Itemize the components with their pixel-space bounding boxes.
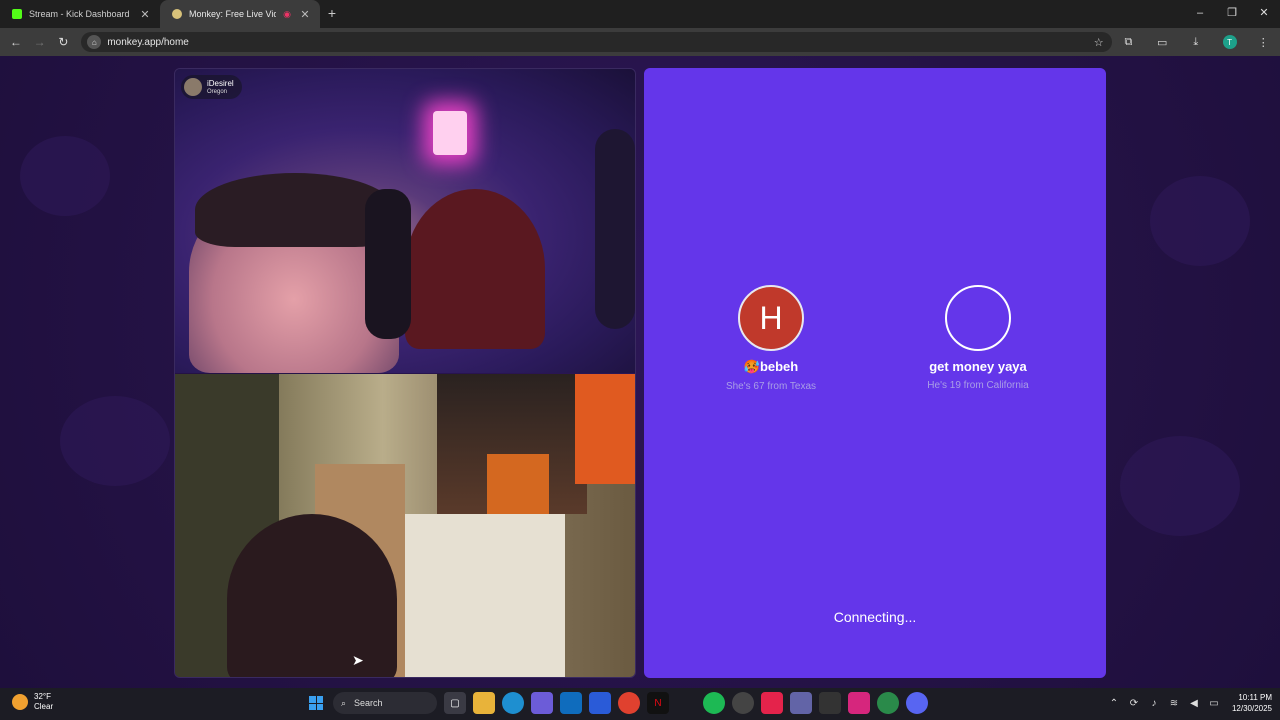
edge-icon[interactable] xyxy=(502,692,524,714)
person-name: get money yaya xyxy=(929,359,1027,374)
background-pattern xyxy=(20,136,110,216)
connecting-status: Connecting... xyxy=(833,609,917,625)
maximize-button[interactable]: ❐ xyxy=(1216,0,1248,28)
profile-button[interactable]: T xyxy=(1213,35,1247,49)
chrome-icon[interactable] xyxy=(618,692,640,714)
search-label: Search xyxy=(354,698,383,708)
sync-icon[interactable]: ⟳ xyxy=(1124,698,1144,709)
search-icon: ⌕ xyxy=(341,697,347,708)
forward-button[interactable]: → xyxy=(28,35,52,49)
emoji-icon: 🥵 xyxy=(743,359,760,374)
url-text[interactable]: monkey.app/home xyxy=(107,37,1093,48)
weather-condition: Clear xyxy=(34,702,54,711)
local-video-feed: ➤ xyxy=(175,374,635,677)
wifi-icon[interactable]: ≋ xyxy=(1164,698,1184,709)
remote-user-name: iDesirel xyxy=(207,78,234,88)
teams-icon[interactable] xyxy=(790,692,812,714)
reload-button[interactable]: ↻ xyxy=(52,35,76,49)
spotify-icon[interactable] xyxy=(703,692,725,714)
mouse-cursor-icon: ➤ xyxy=(352,652,364,668)
person-subtitle: He's 19 from California xyxy=(927,380,1029,391)
cast-icon[interactable]: ▭ xyxy=(1145,36,1179,49)
close-window-button[interactable]: ✕ xyxy=(1248,0,1280,28)
kick-favicon-icon xyxy=(12,9,22,19)
menu-icon[interactable]: ⋮ xyxy=(1246,36,1280,49)
obs-icon[interactable] xyxy=(819,692,841,714)
new-tab-button[interactable]: + xyxy=(320,0,344,28)
site-info-icon[interactable]: ⌂ xyxy=(87,35,102,49)
battery-icon[interactable]: ▭ xyxy=(1204,698,1224,709)
dresser xyxy=(405,514,565,677)
address-bar[interactable]: ⌂ monkey.app/home ☆ xyxy=(81,32,1112,52)
avatar: H xyxy=(738,285,804,351)
background-pattern xyxy=(1150,176,1250,266)
window-controls: – ❐ ✕ xyxy=(1184,0,1280,28)
flag xyxy=(575,374,635,484)
person-subtitle: She's 67 from Texas xyxy=(725,381,817,392)
remote-user-tag[interactable]: iDesirel Oregon xyxy=(181,75,242,99)
taskbar-apps: ⌕ Search ▢ N xyxy=(305,692,928,714)
headphones xyxy=(365,189,411,339)
system-tray: ⌃ ⟳ ♪ ≋ ◀ ▭ 10:11 PM 12/30/2025 xyxy=(1104,692,1272,714)
copilot-icon[interactable] xyxy=(531,692,553,714)
minimize-button[interactable]: – xyxy=(1184,0,1216,28)
tab-title: Monkey: Free Live Video Cl xyxy=(189,9,276,19)
background-furniture xyxy=(595,129,635,329)
chevron-up-icon[interactable]: ⌃ xyxy=(1104,698,1124,709)
taskbar-search[interactable]: ⌕ Search xyxy=(333,692,437,714)
weather-temp: 32°F xyxy=(34,692,51,701)
match-person-2[interactable]: get money yaya He's 19 from California xyxy=(903,285,1053,391)
chrome-active-icon[interactable] xyxy=(877,692,899,714)
bookmark-star-icon[interactable]: ☆ xyxy=(1094,36,1104,49)
clock-time: 10:11 PM xyxy=(1238,693,1272,702)
match-panel: H 🥵bebeh She's 67 from Texas get money y… xyxy=(644,68,1106,678)
tab-monkey[interactable]: Monkey: Free Live Video Cl ◉ ✕ xyxy=(160,0,320,28)
recording-indicator-icon: ◉ xyxy=(283,8,291,19)
person-name-text: bebeh xyxy=(759,359,799,374)
task-view-icon[interactable]: ▢ xyxy=(444,692,466,714)
microphone-icon[interactable]: ♪ xyxy=(1144,698,1164,709)
browser-titlebar: Stream - Kick Dashboard ✕ Monkey: Free L… xyxy=(0,0,1280,28)
page-content: iDesirel Oregon ➤ H 🥵bebeh She's 67 from… xyxy=(0,56,1280,688)
tab-kick-dashboard[interactable]: Stream - Kick Dashboard ✕ xyxy=(0,0,160,28)
taskbar: 32°F Clear ⌕ Search ▢ N ⌃ ⟳ ♪ ≋ ◀ ▭ 10:11… xyxy=(0,688,1280,720)
gaming-chair xyxy=(227,514,397,677)
close-tab-icon[interactable]: ✕ xyxy=(298,8,312,21)
remote-video-feed: iDesirel Oregon xyxy=(175,69,635,373)
volume-icon[interactable]: ◀ xyxy=(1184,698,1204,709)
avatar xyxy=(184,78,202,96)
extensions-icon[interactable]: ⧉ xyxy=(1112,36,1146,49)
gaming-chair xyxy=(405,189,545,349)
monkey-favicon-icon xyxy=(172,9,182,19)
discord-icon[interactable] xyxy=(906,692,928,714)
outlook-icon[interactable] xyxy=(560,692,582,714)
profile-avatar: T xyxy=(1222,35,1237,49)
file-explorer-icon[interactable] xyxy=(473,692,495,714)
start-button[interactable] xyxy=(305,692,327,714)
netflix-icon[interactable]: N xyxy=(647,692,669,714)
background-pattern xyxy=(60,396,170,486)
neon-light xyxy=(433,111,467,155)
clock[interactable]: 10:11 PM 12/30/2025 xyxy=(1232,692,1272,714)
background-pattern xyxy=(1120,436,1240,536)
video-feeds: iDesirel Oregon ➤ xyxy=(174,68,636,678)
remote-user-location: Oregon xyxy=(207,88,228,95)
avatar xyxy=(945,285,1011,351)
back-button[interactable]: ← xyxy=(4,35,28,49)
browser-toolbar: ← → ↻ ⌂ monkey.app/home ☆ ⧉ ▭ ⤓ T ⋮ xyxy=(0,28,1280,56)
tiktok-icon[interactable] xyxy=(761,692,783,714)
figure-box xyxy=(487,454,549,514)
editor-icon[interactable] xyxy=(589,692,611,714)
weather-widget[interactable]: 32°F Clear xyxy=(12,692,53,712)
close-tab-icon[interactable]: ✕ xyxy=(138,8,152,21)
weather-icon xyxy=(12,694,28,710)
steam-icon[interactable] xyxy=(732,692,754,714)
instagram-icon[interactable] xyxy=(848,692,870,714)
person-name: 🥵bebeh xyxy=(696,359,846,375)
tab-title: Stream - Kick Dashboard xyxy=(29,9,130,19)
clock-date: 12/30/2025 xyxy=(1231,704,1272,713)
download-icon[interactable]: ⤓ xyxy=(1179,36,1213,49)
match-person-1[interactable]: H 🥵bebeh She's 67 from Texas xyxy=(696,285,846,392)
